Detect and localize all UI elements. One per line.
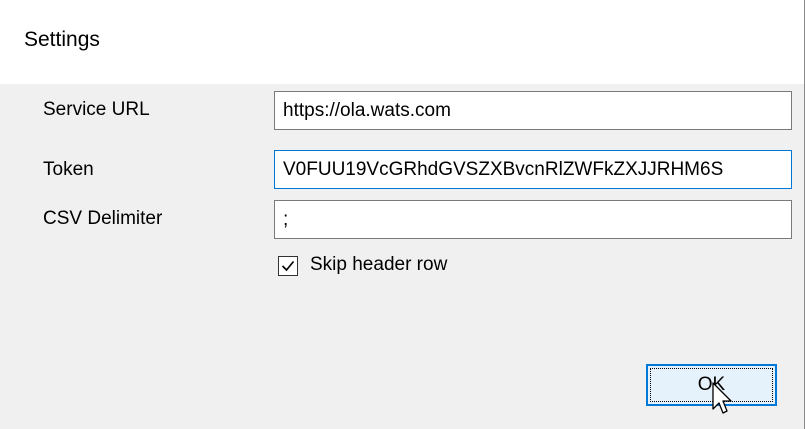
- service-url-label: Service URL: [43, 99, 150, 120]
- token-field[interactable]: V0FUU19VcGRhdGVSZXBvcnRlZWFkZXJJRHM6S: [274, 150, 792, 189]
- service-url-field[interactable]: https://ola.wats.com: [274, 91, 792, 130]
- token-label: Token: [43, 159, 94, 180]
- csv-delimiter-label: CSV Delimiter: [43, 208, 163, 229]
- dialog-title: Settings: [24, 28, 100, 51]
- skip-header-checkbox[interactable]: [278, 256, 298, 276]
- settings-dialog: Settings Service URL https://ola.wats.co…: [0, 0, 805, 429]
- checkmark-icon: [281, 260, 295, 272]
- csv-delimiter-field[interactable]: ;: [274, 200, 792, 239]
- mouse-pointer-icon: [712, 382, 732, 414]
- title-bar: Settings: [0, 0, 805, 84]
- skip-header-label: Skip header row: [310, 254, 448, 275]
